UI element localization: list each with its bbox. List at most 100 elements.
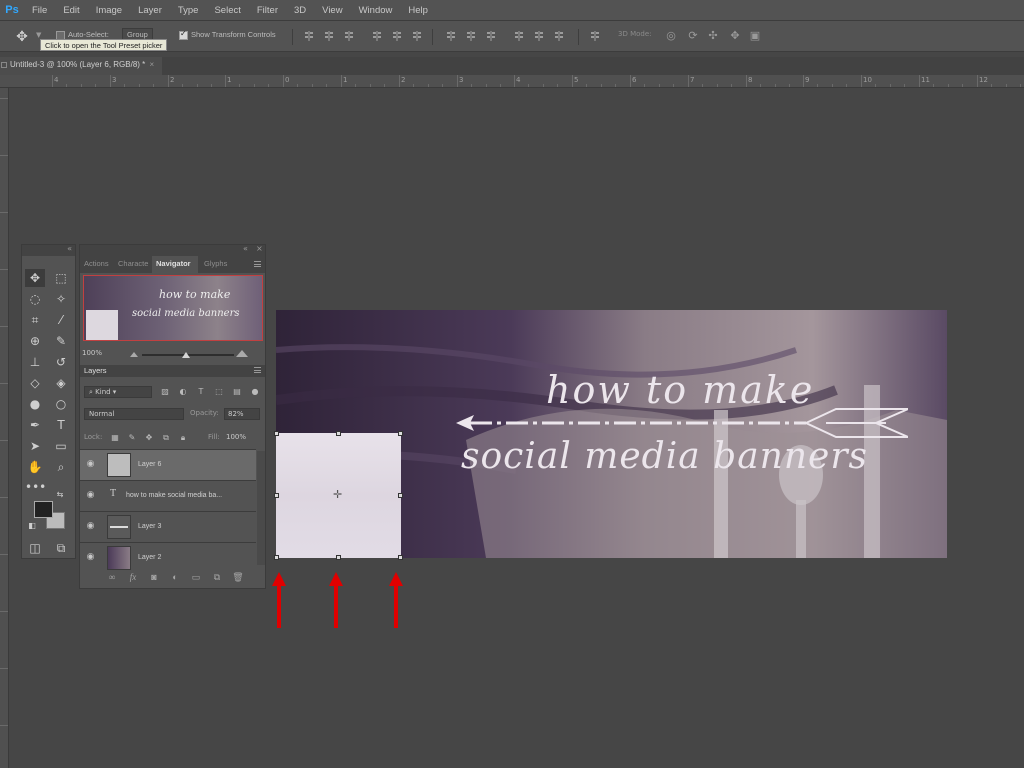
distribute-right-icon[interactable]: [554, 31, 564, 42]
quick-mask-icon[interactable]: ◫: [25, 539, 45, 557]
zoom-out-icon[interactable]: [130, 352, 138, 357]
roll-3d-icon[interactable]: ⟳: [686, 29, 700, 43]
tab-glyphs[interactable]: Glyphs: [204, 259, 227, 268]
magic-wand-tool-icon[interactable]: ✧: [51, 290, 71, 308]
lock-image-icon[interactable]: ✎: [127, 433, 137, 443]
slide-3d-icon[interactable]: ✥: [728, 29, 742, 43]
layer-row[interactable]: ◉ Layer 3: [80, 511, 256, 542]
blur-tool-icon[interactable]: ●: [25, 395, 45, 413]
orbit-3d-icon[interactable]: ◎: [664, 29, 678, 43]
visibility-eye-icon[interactable]: ◉: [85, 553, 96, 562]
layers-scrollbar[interactable]: [257, 451, 265, 565]
lasso-tool-icon[interactable]: ◌: [25, 290, 45, 308]
layer-style-icon[interactable]: fx: [127, 571, 139, 583]
transform-handle-top-left[interactable]: [274, 431, 279, 436]
move-tool-icon[interactable]: ✥: [14, 29, 30, 45]
filter-adjustment-icon[interactable]: ◐: [178, 387, 188, 397]
lock-all-icon[interactable]: 🔒︎: [178, 433, 188, 443]
transform-handle-middle-right[interactable]: [398, 493, 403, 498]
menu-filter[interactable]: Filter: [249, 5, 286, 16]
pan-3d-icon[interactable]: ✣: [706, 29, 720, 43]
rectangle-tool-icon[interactable]: ▭: [51, 437, 71, 455]
align-vertical-center-icon[interactable]: [324, 31, 334, 42]
transform-handle-middle-left[interactable]: [274, 493, 279, 498]
distribute-vertical-center-icon[interactable]: [466, 31, 476, 42]
tools-panel-header[interactable]: «: [22, 244, 75, 256]
zoom-tool-icon[interactable]: ⌕: [51, 458, 71, 476]
eraser-tool-icon[interactable]: ◇: [25, 374, 45, 392]
visibility-eye-icon[interactable]: ◉: [85, 491, 96, 500]
eyedropper-tool-icon[interactable]: ⁄: [51, 311, 71, 329]
menu-view[interactable]: View: [314, 5, 350, 16]
filter-type-icon[interactable]: T: [196, 387, 206, 397]
swap-colors-icon[interactable]: ⇆: [55, 490, 65, 500]
transform-handle-bottom-center[interactable]: [336, 555, 341, 560]
paint-bucket-tool-icon[interactable]: ◈: [51, 374, 71, 392]
screen-mode-icon[interactable]: ⧉: [51, 539, 71, 557]
document-close-icon[interactable]: ×: [150, 60, 155, 69]
foreground-color-swatch[interactable]: [34, 501, 53, 518]
layers-menu-icon[interactable]: [254, 367, 261, 373]
zoom-slider-thumb[interactable]: [182, 352, 190, 358]
menu-3d[interactable]: 3D: [286, 5, 314, 16]
zoom-in-icon[interactable]: [236, 350, 248, 357]
filter-smart-object-icon[interactable]: ▤: [232, 387, 242, 397]
dodge-tool-icon[interactable]: ○: [51, 395, 71, 413]
fill-input[interactable]: 100%: [224, 432, 260, 444]
menu-image[interactable]: Image: [88, 5, 130, 16]
panel-header[interactable]: « ×: [80, 244, 265, 256]
align-right-icon[interactable]: [412, 31, 422, 42]
layer-name[interactable]: Layer 3: [138, 523, 161, 530]
menu-window[interactable]: Window: [351, 5, 401, 16]
document-tab[interactable]: Untitled-3 @ 100% (Layer 6, RGB/8) * ×: [0, 57, 163, 75]
transform-handle-bottom-left[interactable]: [274, 555, 279, 560]
tab-navigator[interactable]: Navigator: [156, 259, 191, 268]
auto-align-layers-icon[interactable]: [590, 31, 600, 42]
move-tool-icon[interactable]: ✥: [25, 269, 45, 287]
add-mask-icon[interactable]: ◙: [148, 571, 160, 583]
filter-shape-icon[interactable]: ⬚: [214, 387, 224, 397]
lock-artboard-icon[interactable]: ⧉: [161, 433, 171, 443]
align-left-icon[interactable]: [372, 31, 382, 42]
distribute-left-icon[interactable]: [514, 31, 524, 42]
link-layers-icon[interactable]: ∞: [106, 571, 118, 583]
default-colors-icon[interactable]: ◧: [27, 521, 37, 531]
crop-tool-icon[interactable]: ⌗: [25, 311, 45, 329]
layer-name[interactable]: Layer 6: [138, 461, 161, 468]
brush-tool-icon[interactable]: ✎: [51, 332, 71, 350]
lock-transparent-icon[interactable]: ▦: [110, 433, 120, 443]
collapse-panel-icon[interactable]: «: [243, 244, 248, 253]
distribute-bottom-icon[interactable]: [486, 31, 496, 42]
menu-type[interactable]: Type: [170, 5, 207, 16]
hand-tool-icon[interactable]: ✋: [25, 458, 45, 476]
transform-handle-top-center[interactable]: [336, 431, 341, 436]
menu-select[interactable]: Select: [206, 5, 248, 16]
align-top-icon[interactable]: [304, 31, 314, 42]
path-selection-tool-icon[interactable]: ➤: [25, 437, 45, 455]
more-tools-icon[interactable]: •••: [25, 478, 46, 496]
tab-character[interactable]: Characte: [118, 259, 148, 268]
healing-brush-tool-icon[interactable]: ⊕: [25, 332, 45, 350]
align-bottom-icon[interactable]: [344, 31, 354, 42]
navigator-preview[interactable]: how to make social media banners: [83, 275, 263, 341]
menu-edit[interactable]: Edit: [55, 5, 87, 16]
layer-row[interactable]: ◉ Layer 6: [80, 449, 256, 480]
visibility-eye-icon[interactable]: ◉: [85, 460, 96, 469]
close-panel-icon[interactable]: ×: [256, 244, 263, 253]
tool-preset-caret-icon[interactable]: ▼: [36, 31, 41, 39]
history-brush-tool-icon[interactable]: ↺: [51, 353, 71, 371]
align-horizontal-center-icon[interactable]: [392, 31, 402, 42]
pen-tool-icon[interactable]: ✒: [25, 416, 45, 434]
layer-name[interactable]: how to make social media ba...: [126, 492, 222, 499]
layers-title[interactable]: Layers: [84, 366, 107, 375]
layer-row[interactable]: ◉ T how to make social media ba...: [80, 480, 256, 511]
menu-help[interactable]: Help: [400, 5, 436, 16]
delete-layer-icon[interactable]: 🗑︎: [232, 571, 244, 583]
layer-name[interactable]: Layer 2: [138, 554, 161, 561]
new-group-icon[interactable]: ▭: [190, 571, 202, 583]
show-transform-checkbox[interactable]: [179, 29, 188, 40]
filter-pixel-icon[interactable]: ▨: [160, 387, 170, 397]
menu-layer[interactable]: Layer: [130, 5, 170, 16]
distribute-top-icon[interactable]: [446, 31, 456, 42]
clone-stamp-tool-icon[interactable]: ⊥: [25, 353, 45, 371]
